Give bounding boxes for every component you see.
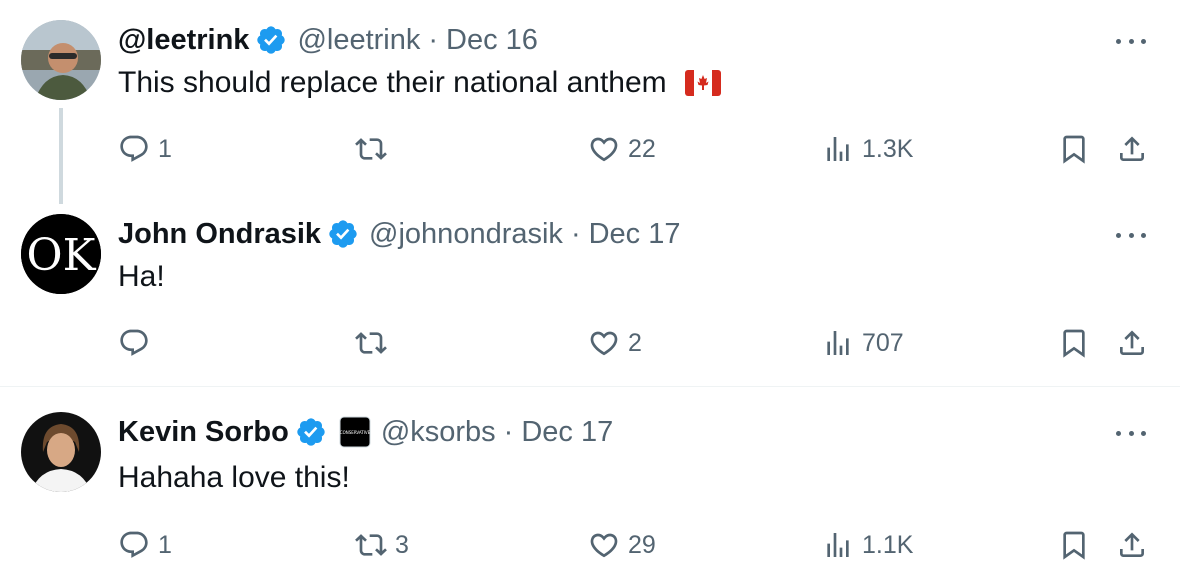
tweet-actions: 2 707 (0, 323, 1180, 363)
reply-icon (118, 529, 150, 561)
tweet-ksorbs[interactable]: Kevin Sorbo CONSERVATIVE @ksorbs · Dec 1… (0, 387, 1180, 586)
avatar[interactable] (21, 412, 101, 492)
like-count: 2 (628, 328, 642, 357)
display-name[interactable]: John Ondrasik (118, 218, 321, 251)
views-button[interactable]: 1.1K (822, 525, 913, 565)
views-count: 1.1K (862, 530, 914, 559)
canada-flag-icon (684, 70, 721, 96)
like-button[interactable]: 2 (588, 323, 642, 363)
views-button[interactable]: 707 (822, 323, 904, 363)
retweet-count: 3 (395, 530, 409, 559)
verified-badge-icon[interactable] (255, 24, 287, 56)
bookmark-icon (1058, 327, 1090, 359)
avatar[interactable] (21, 20, 101, 100)
bookmark-button[interactable] (1058, 525, 1090, 565)
views-icon (822, 327, 854, 359)
tweet-actions: 1 22 1.3K (0, 129, 1180, 169)
reply-button[interactable] (118, 323, 158, 363)
retweet-icon (355, 327, 387, 359)
heart-icon (588, 529, 620, 561)
views-icon (822, 133, 854, 165)
heart-icon (588, 327, 620, 359)
tweet-body: This should replace their national anthe… (118, 66, 667, 99)
more-icon[interactable] (1116, 418, 1146, 448)
views-icon (822, 529, 854, 561)
affiliate-badge-icon[interactable]: CONSERVATIVE (339, 416, 371, 448)
timestamp[interactable]: Dec 17 (589, 218, 681, 251)
verified-badge-icon[interactable] (327, 218, 359, 250)
retweet-icon (355, 529, 387, 561)
tweet-body: Ha! (118, 260, 165, 293)
heart-icon (588, 133, 620, 165)
share-icon (1116, 133, 1148, 165)
retweet-button[interactable] (355, 323, 395, 363)
tweet-header: @leetrink @leetrink · Dec 16 (118, 22, 538, 58)
reply-icon (118, 133, 150, 165)
reply-button[interactable]: 1 (118, 129, 172, 169)
reply-icon (118, 327, 150, 359)
bookmark-icon (1058, 133, 1090, 165)
views-button[interactable]: 1.3K (822, 129, 913, 169)
bookmark-button[interactable] (1058, 323, 1090, 363)
handle[interactable]: @ksorbs (381, 416, 496, 449)
tweet-actions: 1 3 29 1.1K (0, 525, 1180, 565)
tweet-johnondrasik[interactable]: OK John Ondrasik @johnondrasik · Dec 17 … (0, 200, 1180, 386)
reply-count: 1 (158, 530, 172, 559)
separator-dot: · (503, 415, 514, 448)
like-count: 22 (628, 134, 656, 163)
tweet-leetrink[interactable]: @leetrink @leetrink · Dec 16 This should… (0, 0, 1180, 204)
bookmark-button[interactable] (1058, 129, 1090, 169)
verified-badge-icon[interactable] (295, 416, 327, 448)
svg-text:CONSERVATIVE: CONSERVATIVE (340, 430, 371, 435)
handle[interactable]: @leetrink (297, 24, 420, 57)
share-button[interactable] (1116, 129, 1148, 169)
more-icon[interactable] (1116, 220, 1146, 250)
separator-dot: · (570, 217, 581, 250)
tweet-header: Kevin Sorbo CONSERVATIVE @ksorbs · Dec 1… (118, 414, 613, 450)
avatar[interactable]: OK (21, 214, 101, 294)
tweet-body: Hahaha love this! (118, 461, 350, 494)
tweet-header: John Ondrasik @johnondrasik · Dec 17 (118, 216, 681, 252)
display-name[interactable]: Kevin Sorbo (118, 416, 289, 449)
tweet-text: Hahaha love this! (118, 459, 350, 497)
avatar-photo (21, 20, 101, 100)
like-count: 29 (628, 530, 656, 559)
share-icon (1116, 327, 1148, 359)
views-count: 707 (862, 328, 904, 357)
tweet-text: Ha! (118, 258, 165, 296)
separator-dot: · (428, 23, 439, 56)
timestamp[interactable]: Dec 17 (521, 416, 613, 449)
retweet-icon (355, 133, 387, 165)
timestamp[interactable]: Dec 16 (446, 24, 538, 57)
reply-count: 1 (158, 134, 172, 163)
more-icon[interactable] (1116, 26, 1146, 56)
handle[interactable]: @johnondrasik (369, 218, 563, 251)
reply-button[interactable]: 1 (118, 525, 172, 565)
tweet-text: This should replace their national anthe… (118, 64, 721, 102)
share-icon (1116, 529, 1148, 561)
share-button[interactable] (1116, 525, 1148, 565)
share-button[interactable] (1116, 323, 1148, 363)
svg-text:OK: OK (27, 230, 97, 281)
avatar-photo (21, 412, 101, 492)
display-name[interactable]: @leetrink (118, 24, 249, 57)
like-button[interactable]: 22 (588, 129, 656, 169)
bookmark-icon (1058, 529, 1090, 561)
avatar-logo: OK (21, 214, 101, 294)
retweet-button[interactable]: 3 (355, 525, 409, 565)
like-button[interactable]: 29 (588, 525, 656, 565)
views-count: 1.3K (862, 134, 914, 163)
retweet-button[interactable] (355, 129, 395, 169)
